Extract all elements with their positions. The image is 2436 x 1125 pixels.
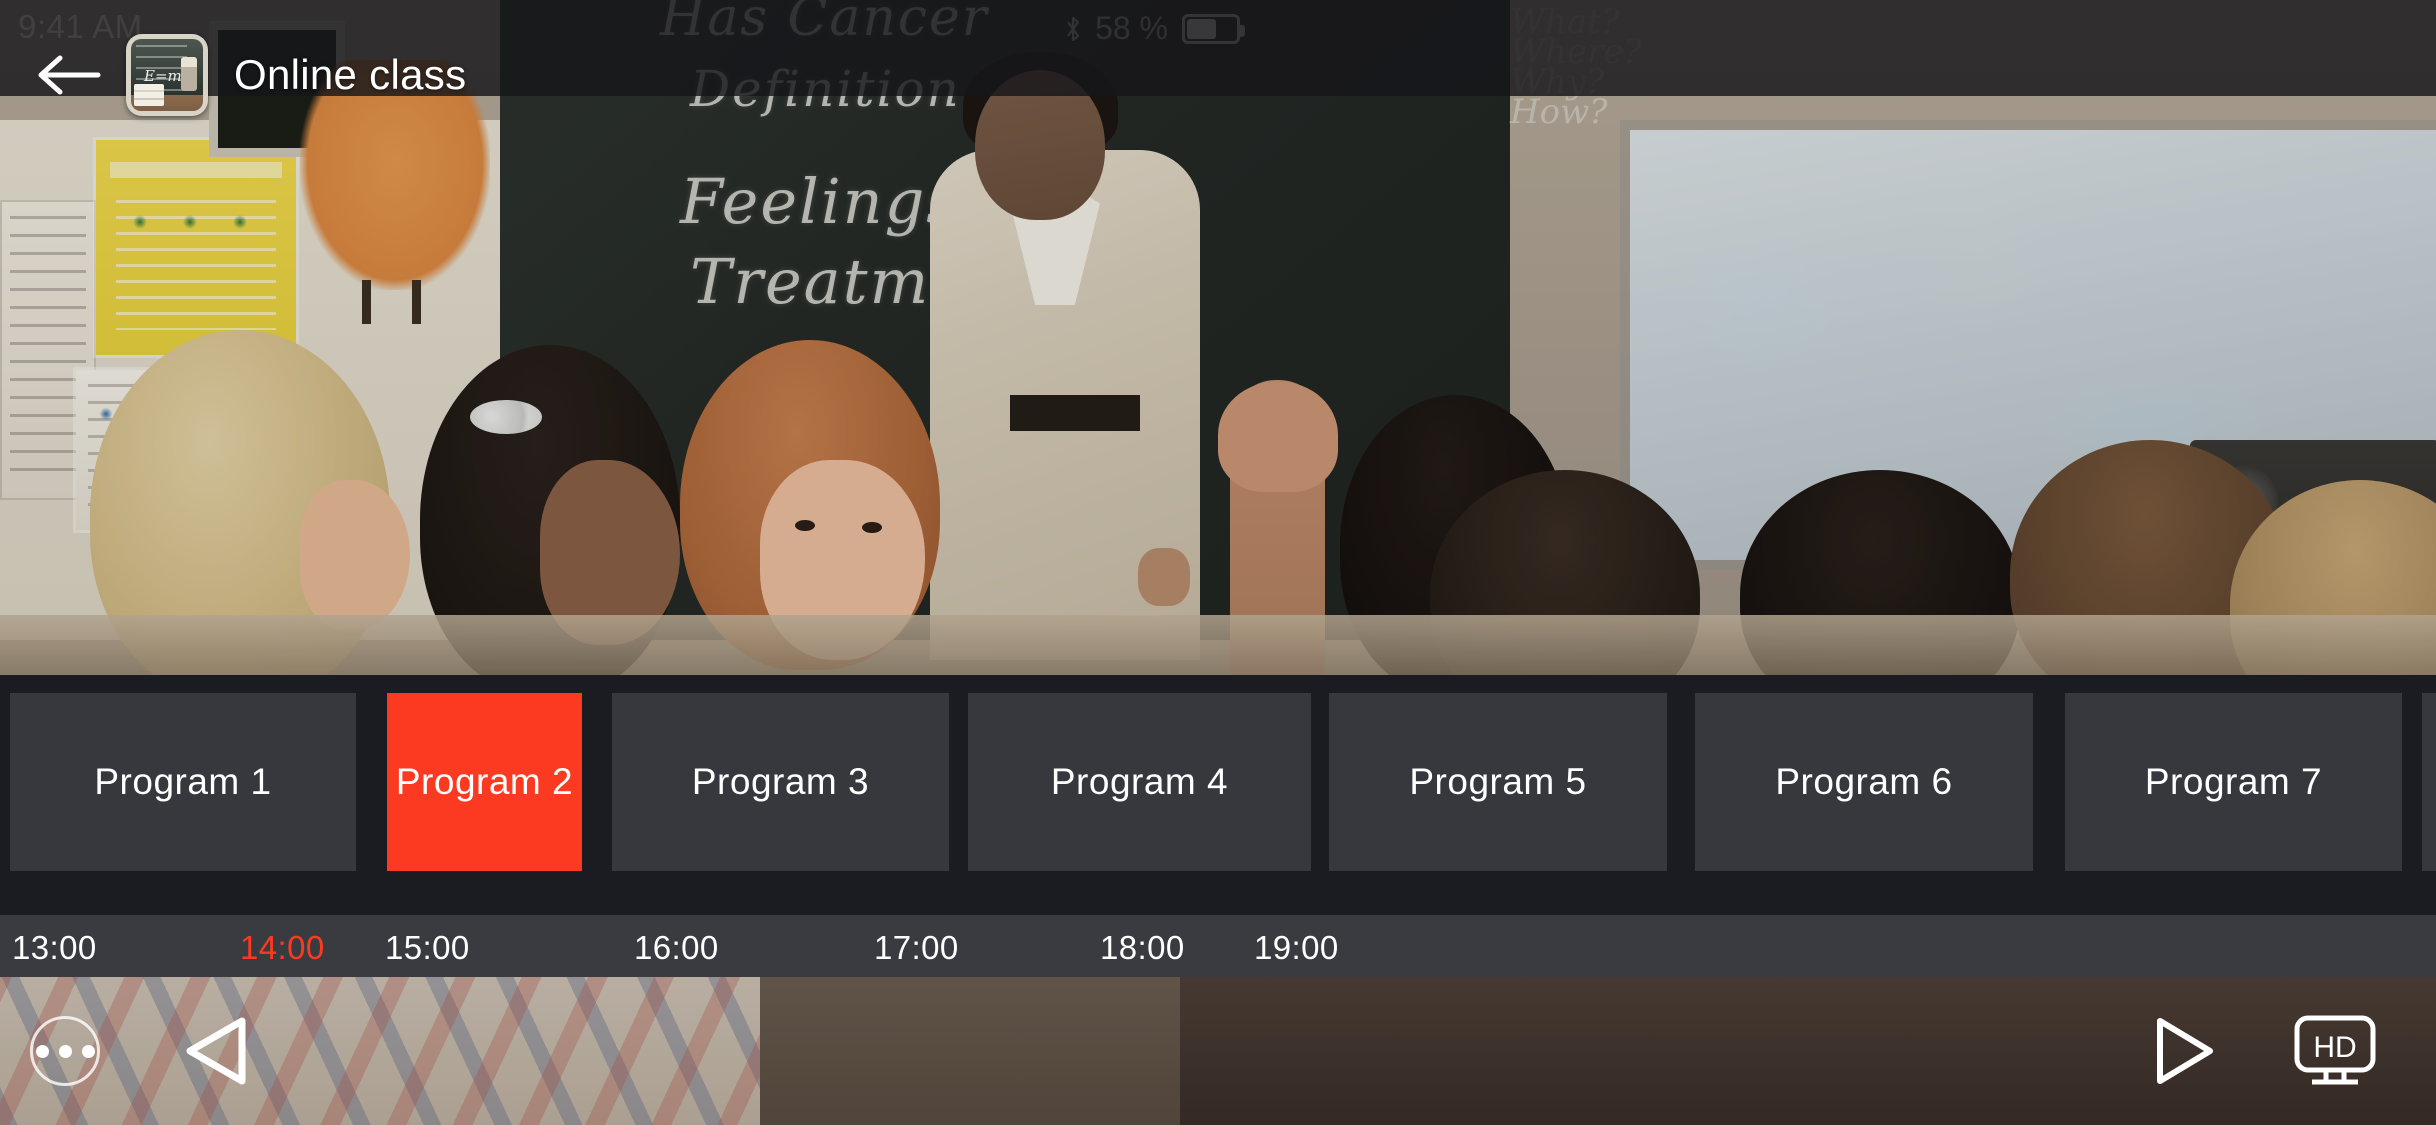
hd-label: HD: [2313, 1031, 2356, 1064]
program-tile[interactable]: Program 7: [2065, 693, 2402, 871]
back-button[interactable]: [20, 25, 120, 125]
program-tile-label: Program 6: [1775, 761, 1953, 803]
previous-triangle-icon: [180, 1014, 250, 1088]
play-triangle-icon: [2152, 1015, 2216, 1087]
program-tile[interactable]: Program 2: [387, 693, 582, 871]
timeline-tick: 19:00: [1254, 929, 1339, 966]
program-tile-label: Program 4: [1050, 761, 1229, 803]
page-title: Online class: [234, 51, 467, 98]
player-controls: HD: [0, 977, 2436, 1125]
player-header: E=mc Online class: [0, 0, 2436, 150]
previous-channel-button[interactable]: [180, 1014, 250, 1088]
more-dot-2: [58, 1044, 72, 1058]
timeline-tick: 16:00: [634, 929, 719, 966]
program-tile-label: Program 1: [94, 761, 272, 803]
arrow-left-icon: [38, 54, 102, 96]
timeline-tick: 18:00: [1100, 929, 1185, 966]
timeline-tick-current: 14:00: [240, 929, 325, 966]
program-tile-label: Program 7: [2144, 761, 2323, 803]
program-tile-label: Program 2: [395, 761, 574, 803]
program-tile-label: Program 3: [691, 761, 870, 803]
program-timeline[interactable]: 13:00 14:00 15:00 16:00 17:00 18:00 19:00: [0, 915, 2436, 977]
timeline-tick: 13:00: [12, 929, 97, 966]
app-icon-books: [134, 84, 164, 106]
program-tile[interactable]: Program 1: [10, 693, 356, 871]
more-options-button[interactable]: [30, 1016, 100, 1086]
hd-tv-icon: HD: [2292, 1013, 2378, 1089]
program-tile[interactable]: Program 5: [1329, 693, 1667, 871]
timeline-tick: 15:00: [385, 929, 470, 966]
program-tile[interactable]: Program 6: [1695, 693, 2033, 871]
more-dot-1: [35, 1044, 49, 1058]
program-guide-track[interactable]: Program 1 Program 2 Program 3 Program 4 Prog…: [0, 675, 2436, 880]
online-class-app-icon[interactable]: E=mc: [126, 34, 208, 116]
program-tile-label: Program 5: [1409, 761, 1587, 803]
program-tile[interactable]: Program 4: [968, 693, 1311, 871]
video-quality-button[interactable]: HD: [2292, 1013, 2378, 1089]
more-dot-3: [81, 1044, 95, 1058]
program-guide: Program 1 Program 2 Program 3 Program 4 Prog…: [0, 675, 2436, 915]
program-tile[interactable]: [2422, 693, 2436, 871]
tv-player-screen: Has Cancer Definition Feelings Treatment…: [0, 0, 2436, 1125]
timeline-tick: 17:00: [874, 929, 959, 966]
program-tile[interactable]: Program 3: [612, 693, 949, 871]
play-button[interactable]: [2152, 1015, 2216, 1087]
app-icon-lamp: [181, 57, 197, 91]
